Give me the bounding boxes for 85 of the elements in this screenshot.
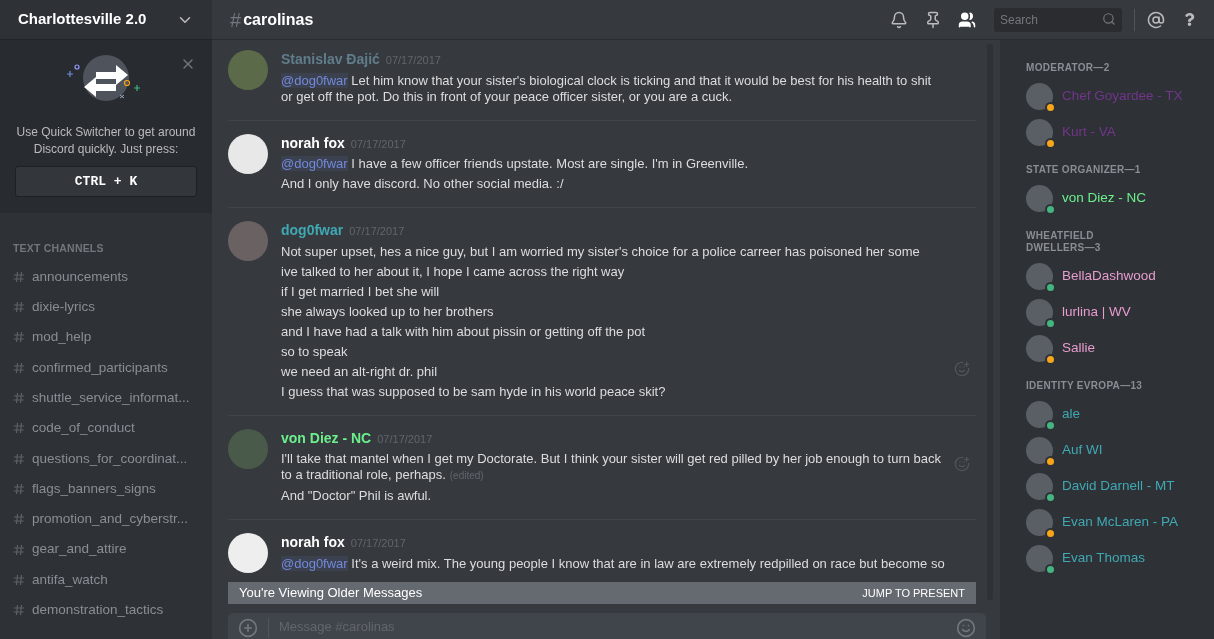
channel-item[interactable]: confirmed_participants [32,357,168,378]
message-text: ive talked to her about it, I hope I came across the right way [281,263,626,280]
message-text: Not super upset, hes a nice guy, but I am worried my sister's choice for a police carreer has poisoned her some [281,243,921,260]
member-avatar [1026,262,1053,290]
member-name[interactable]: ale [1062,403,1080,425]
hash-icon [13,422,25,435]
emoji-icon[interactable] [956,618,976,638]
message-text: @dog0fwar I have a few officer friends upstate. Most are single. I'm in Greenville. [281,156,750,172]
author-name[interactable]: dog0fwar [281,221,344,239]
user-avatar[interactable] [228,133,268,174]
message-text: And "Doctor" Phil is awful. [281,488,433,504]
member-name[interactable]: lurlina | WV [1062,301,1131,323]
search-field[interactable]: Search [994,8,1122,32]
message-text: @dog0fwar Let him know that your sister's biological clock is ticking and that it would be best for his health to shit or get off the pot. Do this in front of your peace officer sister, or you are a cuck. [281,72,933,105]
hash-icon [13,482,25,495]
member-avatar [1026,436,1053,464]
role-header: MODERATOR—2 [1026,62,1111,74]
message-text: she always looked up to her brothers [281,303,495,320]
jump-to-present-button[interactable]: JUMP TO PRESENT [862,584,965,602]
mention-link[interactable]: @dog0fwar [281,72,348,88]
member-name[interactable]: von Diez - NC [1062,187,1147,209]
hash-icon [13,452,25,465]
mention-link[interactable]: @dog0fwar [281,156,348,171]
channel-item[interactable]: flags_banners_signs [32,478,156,500]
channel-item[interactable]: promotion_and_cyberstr... [32,509,189,530]
member-name[interactable]: Evan McLaren - PA [1062,511,1179,533]
role-header: WHEATFIELD DWELLERS—3 [1026,230,1102,254]
server-name: Charlottesville 2.0 [18,9,147,30]
mentions-icon[interactable] [1147,10,1165,29]
channel-item[interactable]: dixie-lyrics [32,297,95,318]
role-header: IDENTITY EVROPA—13 [1026,380,1144,392]
member-name[interactable]: Auf WI [1062,439,1103,461]
category-label: TEXT CHANNELS [13,241,105,256]
member-avatar [1026,118,1053,146]
message-text: if I get married I bet she will [281,283,441,300]
member-avatar [1026,298,1053,326]
member-avatar [1026,544,1053,572]
message-text: @dog0fwar It's a weird mix. The young people I know that are in law are extremely redpilled on race but become so [281,555,946,572]
hash-icon [13,543,25,556]
hash-icon [13,513,25,526]
member-name[interactable]: David Darnell - MT [1062,475,1175,497]
channel-item[interactable]: questions_for_coordinat... [32,448,188,469]
hash-icon [13,604,25,617]
hash-icon [13,573,25,586]
member-avatar [1026,184,1053,212]
author-name[interactable]: von Diez - NC [281,428,372,447]
mention-link[interactable]: @dog0fwar [281,555,348,571]
hash-icon [13,301,25,314]
member-avatar [1026,82,1053,110]
member-name[interactable]: Evan Thomas [1062,547,1146,569]
role-header: STATE ORGANIZER—1 [1026,164,1142,176]
channel-item[interactable]: shuttle_service_informat... [32,387,190,409]
channel-item[interactable]: demonstration_tactics [32,600,164,621]
shortcut-key: CTRL + K [15,166,197,197]
author-name[interactable]: norah fox [281,133,345,152]
hash-icon [13,331,25,344]
banner-text: You're Viewing Older Messages [239,584,423,603]
message-text: so to speak [281,343,349,360]
channel-title: carolinas [243,9,314,30]
message-text: I guess that was supposed to be sam hyde in his world peace skit? [281,383,667,400]
message-text: we need an alt-right dr. phil [281,363,439,380]
member-avatar [1026,508,1053,536]
message-text: And I only have discord. No other social media. :/ [281,176,565,192]
hash-icon [13,392,25,405]
search-icon [1102,12,1116,26]
member-name[interactable]: BellaDashwood [1062,265,1156,287]
member-avatar [1026,400,1053,428]
user-avatar[interactable] [228,533,268,573]
hash-icon: # [230,4,242,35]
member-avatar [1026,472,1053,500]
hash-icon [13,270,25,283]
channel-item[interactable]: announcements [32,266,129,287]
author-name[interactable]: norah fox [281,533,345,551]
help-icon[interactable] [1183,13,1196,26]
member-avatar [1026,334,1053,362]
author-name[interactable]: Stanislav Đajić [281,50,380,68]
channel-item[interactable]: antifa_watch [32,569,108,590]
channel-item[interactable]: gear_and_attire [32,539,127,560]
channel-item[interactable]: code_of_conduct [32,418,135,439]
message-text: and I have had a talk with him about pissin or getting off the pot [281,323,646,340]
quick-switcher-hint: Use Quick Switcher to get around Discord quickly. Just press: [15,124,197,158]
channel-item[interactable]: mod_help [32,327,92,348]
member-name[interactable]: Sallie [1062,337,1096,359]
hash-icon [13,361,25,374]
add-icon[interactable] [238,618,258,638]
